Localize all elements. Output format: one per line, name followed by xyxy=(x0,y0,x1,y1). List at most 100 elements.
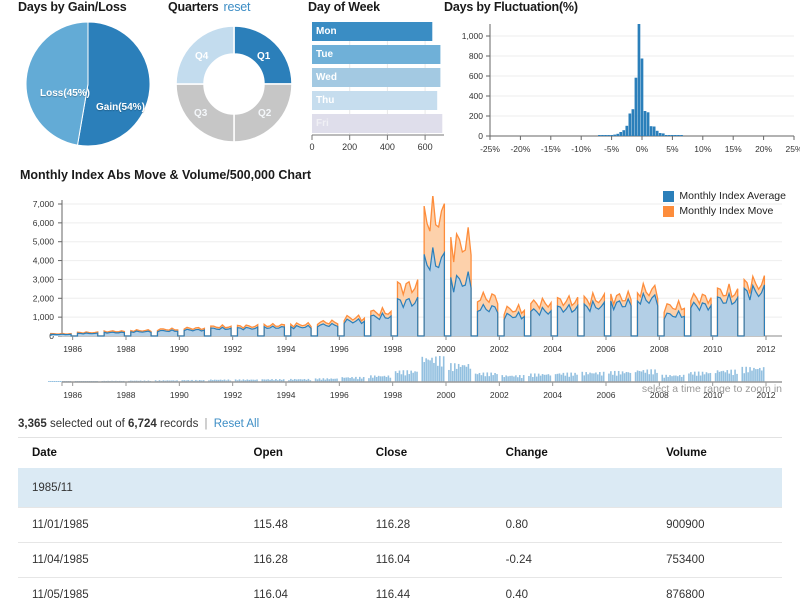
row-bar-fri[interactable] xyxy=(312,114,442,133)
nav-bar[interactable] xyxy=(557,374,559,382)
nav-bar[interactable] xyxy=(384,376,386,382)
fluctuation-histogram[interactable]: 02004006008001,000-25%-20%-15%-10%-5%0%5… xyxy=(444,18,800,166)
fluct-bar-24[interactable] xyxy=(671,135,674,136)
nav-bar[interactable] xyxy=(523,375,525,382)
nav-bar[interactable] xyxy=(546,375,548,382)
fluct-bar-13[interactable] xyxy=(638,24,641,136)
nav-bar[interactable] xyxy=(519,375,521,382)
nav-bar[interactable] xyxy=(630,373,632,382)
day-of-week-rowchart[interactable]: 0 200 400 600 Mon Tue Wed Thu Fri xyxy=(308,18,448,156)
nav-bar[interactable] xyxy=(423,362,425,382)
nav-bar[interactable] xyxy=(460,367,462,382)
nav-bar[interactable] xyxy=(433,363,435,382)
fluct-bar-15[interactable] xyxy=(644,111,647,136)
fluct-bar-18[interactable] xyxy=(653,127,656,137)
nav-bar[interactable] xyxy=(492,375,494,382)
nav-bar[interactable] xyxy=(759,368,761,382)
main-area-chart[interactable]: 01,0002,0003,0004,0005,0006,0007,0001986… xyxy=(0,196,800,371)
fluct-bar-14[interactable] xyxy=(641,59,644,137)
nav-bar[interactable] xyxy=(462,365,464,382)
nav-bar[interactable] xyxy=(481,375,483,382)
nav-bar[interactable] xyxy=(763,367,765,382)
nav-bar[interactable] xyxy=(509,376,511,382)
nav-bar[interactable] xyxy=(570,373,572,382)
nav-bar[interactable] xyxy=(692,375,694,382)
nav-bar[interactable] xyxy=(610,371,612,382)
nav-bar[interactable] xyxy=(741,367,743,382)
nav-bar[interactable] xyxy=(698,372,700,382)
nav-bar[interactable] xyxy=(427,360,429,382)
nav-bar[interactable] xyxy=(54,381,56,382)
nav-bar[interactable] xyxy=(646,370,648,382)
nav-bar[interactable] xyxy=(581,372,583,382)
nav-bar[interactable] xyxy=(576,375,578,382)
nav-bar[interactable] xyxy=(477,374,479,382)
nav-bar[interactable] xyxy=(568,377,570,382)
nav-bar[interactable] xyxy=(382,376,384,382)
nav-bar[interactable] xyxy=(52,381,54,382)
nav-bar[interactable] xyxy=(751,371,753,382)
nav-bar[interactable] xyxy=(538,374,540,382)
nav-bar[interactable] xyxy=(534,373,536,382)
fluct-bar-2[interactable] xyxy=(604,135,607,136)
nav-bar[interactable] xyxy=(622,371,624,382)
nav-bar[interactable] xyxy=(416,372,418,382)
nav-bar[interactable] xyxy=(612,375,614,382)
nav-bar[interactable] xyxy=(747,372,749,382)
fluct-bar-5[interactable] xyxy=(613,135,616,136)
donut-slice-q1[interactable] xyxy=(234,26,292,84)
nav-bar[interactable] xyxy=(572,376,574,382)
column-header-close[interactable]: Close xyxy=(362,438,492,469)
nav-bar[interactable] xyxy=(673,376,675,382)
nav-bar[interactable] xyxy=(490,373,492,382)
nav-bar[interactable] xyxy=(725,372,727,382)
nav-bar[interactable] xyxy=(661,375,663,382)
nav-bar[interactable] xyxy=(665,375,667,382)
nav-bar[interactable] xyxy=(452,371,454,382)
nav-bar[interactable] xyxy=(637,370,639,382)
nav-bar[interactable] xyxy=(466,367,468,382)
nav-bar[interactable] xyxy=(410,371,412,382)
nav-bar[interactable] xyxy=(597,374,599,382)
nav-bar[interactable] xyxy=(401,374,403,382)
quarters-reset-link[interactable]: reset xyxy=(224,0,251,14)
nav-bar[interactable] xyxy=(468,364,470,382)
nav-bar[interactable] xyxy=(475,374,477,382)
row-bar-wed[interactable] xyxy=(312,68,440,87)
nav-bar[interactable] xyxy=(380,376,382,382)
nav-bar[interactable] xyxy=(503,377,505,382)
nav-bar[interactable] xyxy=(501,375,503,382)
nav-bar[interactable] xyxy=(585,372,587,382)
nav-bar[interactable] xyxy=(679,375,681,382)
nav-bar[interactable] xyxy=(721,371,723,382)
nav-bar[interactable] xyxy=(761,371,763,382)
fluct-bar-1[interactable] xyxy=(601,135,604,136)
nav-bar[interactable] xyxy=(652,374,654,382)
fluct-bar-8[interactable] xyxy=(622,130,625,136)
nav-bar[interactable] xyxy=(425,358,427,382)
nav-bar[interactable] xyxy=(683,375,685,382)
nav-bar[interactable] xyxy=(650,369,652,382)
nav-bar[interactable] xyxy=(593,373,595,382)
nav-bar[interactable] xyxy=(513,376,515,382)
nav-bar[interactable] xyxy=(56,381,58,382)
nav-bar[interactable] xyxy=(528,376,530,382)
nav-bar[interactable] xyxy=(454,363,456,382)
nav-bar[interactable] xyxy=(671,376,673,382)
column-header-open[interactable]: Open xyxy=(240,438,362,469)
column-header-volume[interactable]: Volume xyxy=(652,438,782,469)
nav-bar[interactable] xyxy=(439,356,441,382)
nav-bar[interactable] xyxy=(574,373,576,382)
donut-slice-q3[interactable] xyxy=(176,84,234,142)
row-bar-tue[interactable] xyxy=(312,45,440,64)
nav-bar[interactable] xyxy=(435,356,437,382)
nav-bar[interactable] xyxy=(757,369,759,382)
nav-bar[interactable] xyxy=(431,358,433,382)
nav-bar[interactable] xyxy=(726,370,728,382)
nav-bar[interactable] xyxy=(681,377,683,382)
nav-bar[interactable] xyxy=(540,376,542,382)
nav-bar[interactable] xyxy=(555,374,557,382)
nav-bar[interactable] xyxy=(412,373,414,382)
nav-bar[interactable] xyxy=(589,373,591,382)
fluct-bar-9[interactable] xyxy=(625,126,628,136)
